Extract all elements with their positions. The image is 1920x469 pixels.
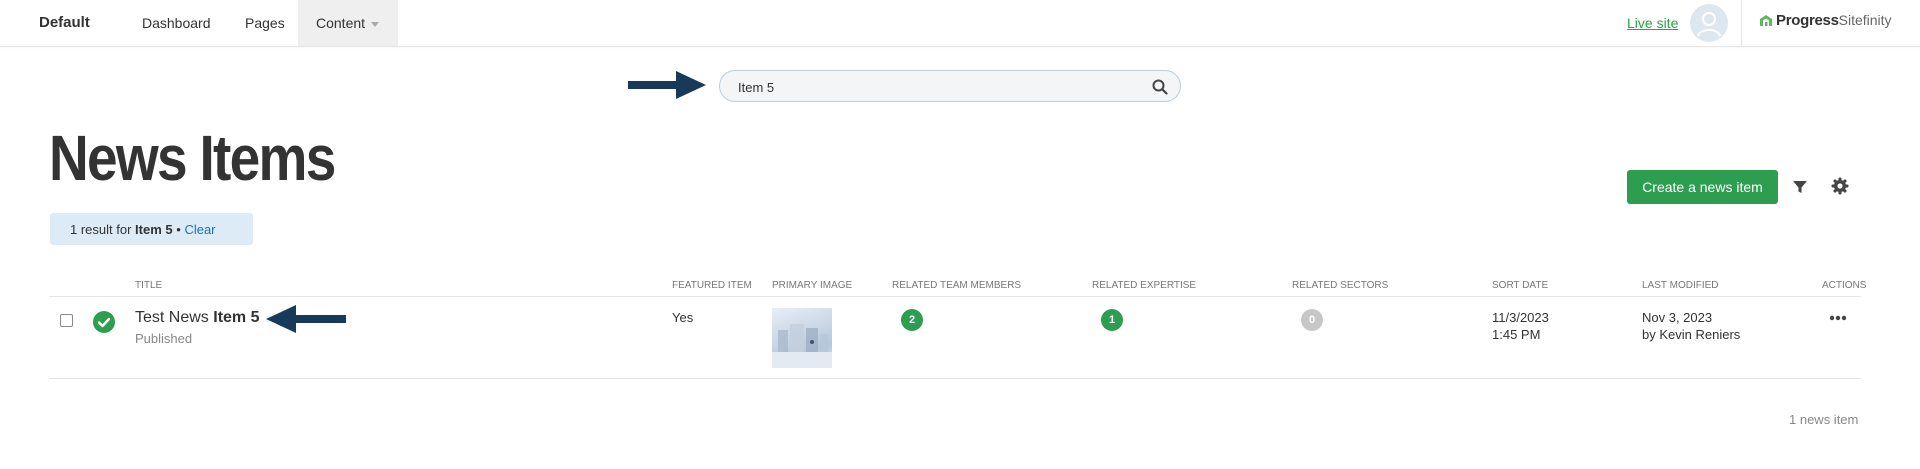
search-result-badge: 1 result for Item 5 • Clear xyxy=(50,213,253,245)
page-title: News Items xyxy=(49,122,336,194)
user-avatar-icon[interactable] xyxy=(1690,4,1728,42)
primary-image-thumbnail[interactable] xyxy=(772,308,832,368)
featured-value: Yes xyxy=(672,310,694,325)
chevron-down-icon xyxy=(371,21,380,27)
search-box xyxy=(719,70,1181,102)
site-name[interactable]: Default xyxy=(39,14,90,31)
row-select-checkbox[interactable] xyxy=(60,314,73,327)
topbar-divider xyxy=(1741,0,1742,46)
sort-time-value: 1:45 PM xyxy=(1492,327,1541,342)
items-count: 1 news item xyxy=(1789,412,1859,427)
table-header-divider xyxy=(49,296,1861,297)
nav-pages[interactable]: Pages xyxy=(245,15,285,31)
table-row-divider xyxy=(49,378,1861,379)
nav-content[interactable]: Content xyxy=(298,0,398,46)
search-icon[interactable] xyxy=(1152,79,1168,95)
column-header-sort-date[interactable]: Sort date xyxy=(1492,280,1548,291)
nav-dashboard[interactable]: Dashboard xyxy=(142,15,211,31)
column-header-primary-image[interactable]: Primary image xyxy=(772,280,852,291)
column-header-expertise[interactable]: Related expertise xyxy=(1092,280,1196,291)
sort-date-value: 11/3/2023 xyxy=(1492,310,1549,325)
column-header-last-modified[interactable]: Last modified xyxy=(1642,280,1719,291)
brand-logo[interactable]: ProgressSitefinity xyxy=(1759,12,1892,31)
result-separator: • xyxy=(176,222,181,237)
expertise-count-badge[interactable]: 1 xyxy=(1101,309,1123,331)
last-modified-date: Nov 3, 2023 xyxy=(1642,310,1713,325)
arrow-left-icon xyxy=(266,305,346,333)
more-horizontal-icon[interactable] xyxy=(1829,315,1847,321)
progress-logo-icon xyxy=(1759,13,1773,31)
clear-search-link[interactable]: Clear xyxy=(184,222,215,237)
last-modified-by: by Kevin Reniers xyxy=(1642,327,1741,342)
column-header-featured[interactable]: Featured item xyxy=(672,280,752,291)
column-header-team-members[interactable]: Related team members xyxy=(892,280,1021,291)
live-site-link[interactable]: Live site xyxy=(1627,15,1678,31)
news-item-status: Published xyxy=(135,331,193,346)
result-count-text: 1 result for xyxy=(70,222,132,237)
search-input[interactable] xyxy=(738,77,1138,97)
news-item-title-match: Item 5 xyxy=(213,309,260,326)
gear-icon[interactable] xyxy=(1831,177,1849,195)
create-news-item-button[interactable]: Create a news item xyxy=(1627,170,1778,204)
arrow-right-icon xyxy=(628,71,706,99)
top-navigation-bar: Default Dashboard Pages Content Live sit… xyxy=(0,0,1920,47)
sectors-count-badge[interactable]: 0 xyxy=(1301,309,1323,331)
news-item-title-prefix: Test News xyxy=(135,309,209,326)
column-header-actions: Actions xyxy=(1822,280,1867,291)
check-circle-icon xyxy=(93,311,115,333)
filter-icon[interactable] xyxy=(1792,179,1808,195)
team-members-count-badge[interactable]: 2 xyxy=(901,309,923,331)
nav-content-label: Content xyxy=(316,15,366,31)
column-header-title[interactable]: Title xyxy=(135,280,162,291)
news-item-title-link[interactable]: Test News Item 5 xyxy=(135,309,260,327)
result-term: Item 5 xyxy=(135,222,173,237)
brand-product: Sitefinity xyxy=(1838,12,1892,28)
column-header-sectors[interactable]: Related sectors xyxy=(1292,280,1388,291)
brand-name: Progress xyxy=(1776,12,1839,29)
